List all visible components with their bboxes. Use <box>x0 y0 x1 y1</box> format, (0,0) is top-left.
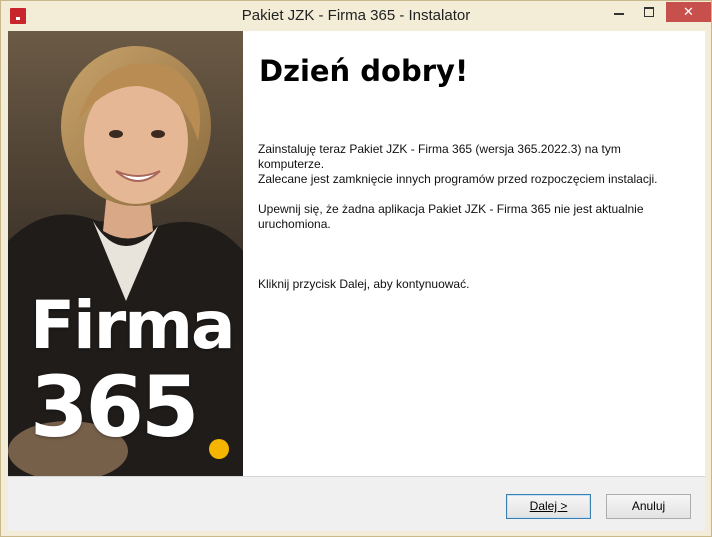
cancel-button[interactable]: Anuluj <box>606 494 691 519</box>
side-banner-image: Firma 365 <box>8 31 243 476</box>
continue-instruction-text: Kliknij przycisk Dalej, aby kontynuować. <box>258 277 470 291</box>
welcome-heading: Dzień dobry! <box>259 54 469 88</box>
wizard-content: Firma 365 Dzień dobry! Zainstaluję teraz… <box>8 31 705 476</box>
next-button[interactable]: Dalej > <box>506 494 591 519</box>
brand-word: Firma <box>30 287 236 364</box>
maximize-button[interactable] <box>634 2 664 22</box>
install-info-text: Zainstaluję teraz Pakiet JZK - Firma 365… <box>258 142 621 171</box>
welcome-text-panel: Dzień dobry! Zainstaluję teraz Pakiet JZ… <box>258 31 698 476</box>
installer-window: Pakiet JZK - Firma 365 - Instalator ✕ Fi… <box>0 0 712 537</box>
brand-dot <box>209 439 229 459</box>
close-programs-text: Zalecane jest zamknięcie innych programó… <box>258 172 658 186</box>
maximize-icon <box>644 7 654 17</box>
close-button[interactable]: ✕ <box>666 2 711 22</box>
minimize-icon <box>614 13 624 15</box>
minimize-button[interactable] <box>604 2 634 22</box>
button-bar: Dalej > Anuluj <box>8 476 705 531</box>
close-icon: ✕ <box>683 4 694 19</box>
next-button-label: Dalej > <box>529 499 568 513</box>
brand-number: 365 <box>30 358 199 456</box>
title-bar[interactable]: Pakiet JZK - Firma 365 - Instalator ✕ <box>1 1 711 31</box>
app-not-running-text: Upewnij się, że żadna aplikacja Pakiet J… <box>258 202 644 231</box>
